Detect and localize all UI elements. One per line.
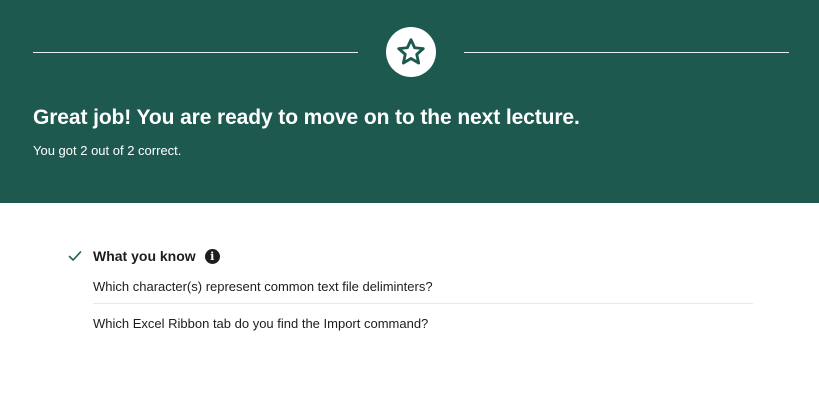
section-title: What you know	[93, 248, 196, 264]
checkmark-icon	[68, 249, 82, 263]
star-icon	[397, 38, 425, 65]
result-banner: Great job! You are ready to move on to t…	[0, 0, 819, 203]
divider-left	[33, 52, 358, 53]
question-item: Which character(s) represent common text…	[93, 277, 753, 304]
question-item: Which Excel Ribbon tab do you find the I…	[93, 316, 429, 331]
section-header: What you know i	[68, 244, 753, 268]
score-text: You got 2 out of 2 correct.	[33, 143, 182, 158]
divider-right	[464, 52, 789, 53]
star-badge	[386, 27, 436, 77]
info-icon[interactable]: i	[204, 248, 220, 264]
question-list: Which character(s) represent common text…	[93, 277, 753, 340]
what-you-know-section: What you know i Which character(s) repre…	[68, 244, 753, 350]
result-headline: Great job! You are ready to move on to t…	[33, 106, 580, 129]
